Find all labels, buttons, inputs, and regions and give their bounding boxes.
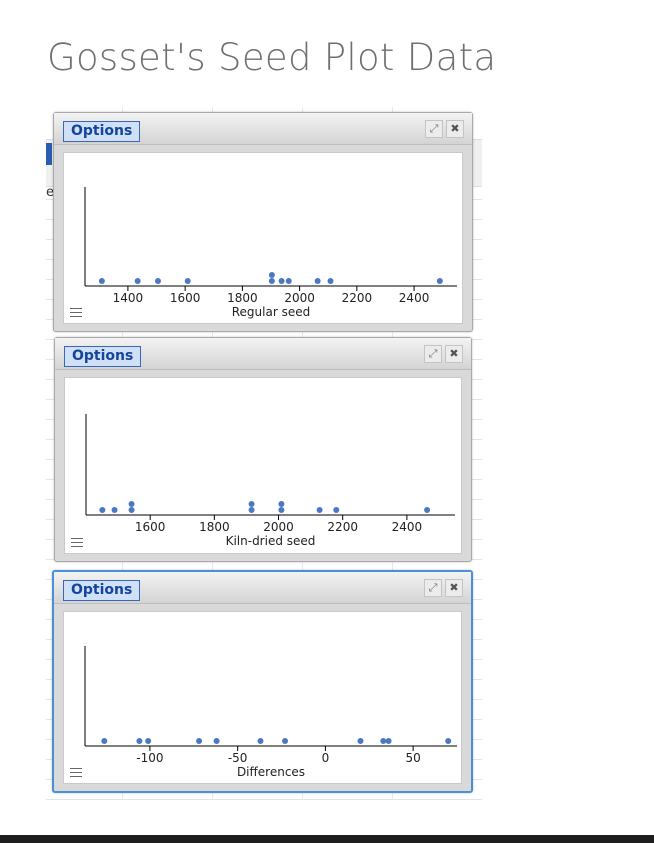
data-point [278, 507, 285, 513]
data-point [128, 501, 135, 507]
data-point [257, 738, 264, 744]
dot-plot-svg: -100 -50 0 50 Differences [84, 646, 457, 779]
data-point [134, 278, 141, 284]
x-tick-label: 1600 [170, 291, 201, 305]
menu-icon[interactable] [70, 308, 82, 317]
close-icon[interactable]: ✖ [446, 120, 464, 138]
data-point [314, 278, 321, 284]
menu-icon[interactable] [71, 538, 83, 547]
options-button[interactable]: Options [63, 121, 141, 142]
close-icon[interactable]: ✖ [445, 579, 463, 597]
data-point [154, 278, 161, 284]
x-tick-label: 2200 [327, 520, 358, 534]
dot-plot-area: -100 -50 0 50 Differences [63, 611, 462, 784]
data-point [101, 738, 108, 744]
expand-icon[interactable]: ⤢ [424, 579, 442, 597]
data-point [99, 507, 106, 513]
data-point [385, 738, 392, 744]
x-axis-label: Differences [237, 765, 305, 779]
x-tick-label: -50 [228, 751, 248, 765]
menu-icon[interactable] [70, 768, 82, 777]
x-tick-label: 1800 [199, 520, 230, 534]
data-point [285, 278, 292, 284]
data-point [145, 738, 152, 744]
options-button[interactable]: Options [64, 346, 142, 367]
plot-window-titlebar[interactable]: Options ⤢ ✖ [54, 572, 471, 604]
dot-plot-area: 1400 1600 1800 2000 2200 2400 Regular seed [63, 152, 463, 324]
x-tick-label: 50 [405, 751, 420, 765]
data-point [445, 738, 452, 744]
data-point [268, 278, 275, 284]
dot-plot-svg: 1400 1600 1800 2000 2200 2400 Regular seed [84, 187, 457, 319]
x-tick-label: 1600 [135, 520, 166, 534]
x-tick-label: 2000 [284, 291, 315, 305]
data-point [213, 738, 220, 744]
x-axis-label: Kiln-dried seed [226, 534, 316, 548]
plot-window-differences[interactable]: Options ⤢ ✖ -100 -50 0 50 Differences [52, 570, 473, 793]
data-point [278, 278, 285, 284]
background-tab-edge [46, 143, 52, 165]
data-point [278, 501, 285, 507]
expand-icon[interactable]: ⤢ [425, 120, 443, 138]
dot-plot-svg: 1600 1800 2000 2200 2400 Kiln-dried seed [85, 414, 455, 548]
data-point [333, 507, 340, 513]
data-point [196, 738, 203, 744]
data-point [184, 278, 191, 284]
plot-window-titlebar[interactable]: Options ⤢ ✖ [54, 113, 472, 145]
data-point [327, 278, 334, 284]
dot-plot-area: 1600 1800 2000 2200 2400 Kiln-dried seed [64, 377, 462, 554]
x-axis-label: Regular seed [232, 305, 310, 319]
close-icon[interactable]: ✖ [445, 345, 463, 363]
x-tick-label: 2400 [392, 520, 423, 534]
data-point [380, 738, 387, 744]
plot-window-titlebar[interactable]: Options ⤢ ✖ [55, 338, 471, 370]
x-tick-label: 1400 [113, 291, 144, 305]
expand-icon[interactable]: ⤢ [424, 345, 442, 363]
data-point [111, 507, 118, 513]
data-point [436, 278, 443, 284]
plot-window-regular-seed[interactable]: Options ⤢ ✖ 1400 1600 1800 2000 2200 2400 Regu… [53, 112, 473, 332]
data-point [424, 507, 431, 513]
background-grid-line [46, 799, 482, 800]
data-point [136, 738, 143, 744]
data-point [248, 507, 255, 513]
bottom-bar [0, 835, 654, 843]
x-tick-label: 0 [322, 751, 330, 765]
plot-window-kiln-dried-seed[interactable]: Options ⤢ ✖ 1600 1800 2000 2200 2400 Kiln-dri… [54, 337, 472, 562]
data-point [248, 501, 255, 507]
data-point [98, 278, 105, 284]
x-tick-label: -100 [136, 751, 163, 765]
data-point [357, 738, 364, 744]
x-tick-label: 2400 [399, 291, 430, 305]
data-point [316, 507, 323, 513]
data-point [282, 738, 289, 744]
page-title: Gosset's Seed Plot Data [47, 36, 497, 79]
x-tick-label: 1800 [227, 291, 258, 305]
options-button[interactable]: Options [63, 580, 141, 601]
data-point [268, 272, 275, 278]
x-tick-label: 2000 [263, 520, 294, 534]
x-tick-label: 2200 [342, 291, 373, 305]
data-point [128, 507, 135, 513]
